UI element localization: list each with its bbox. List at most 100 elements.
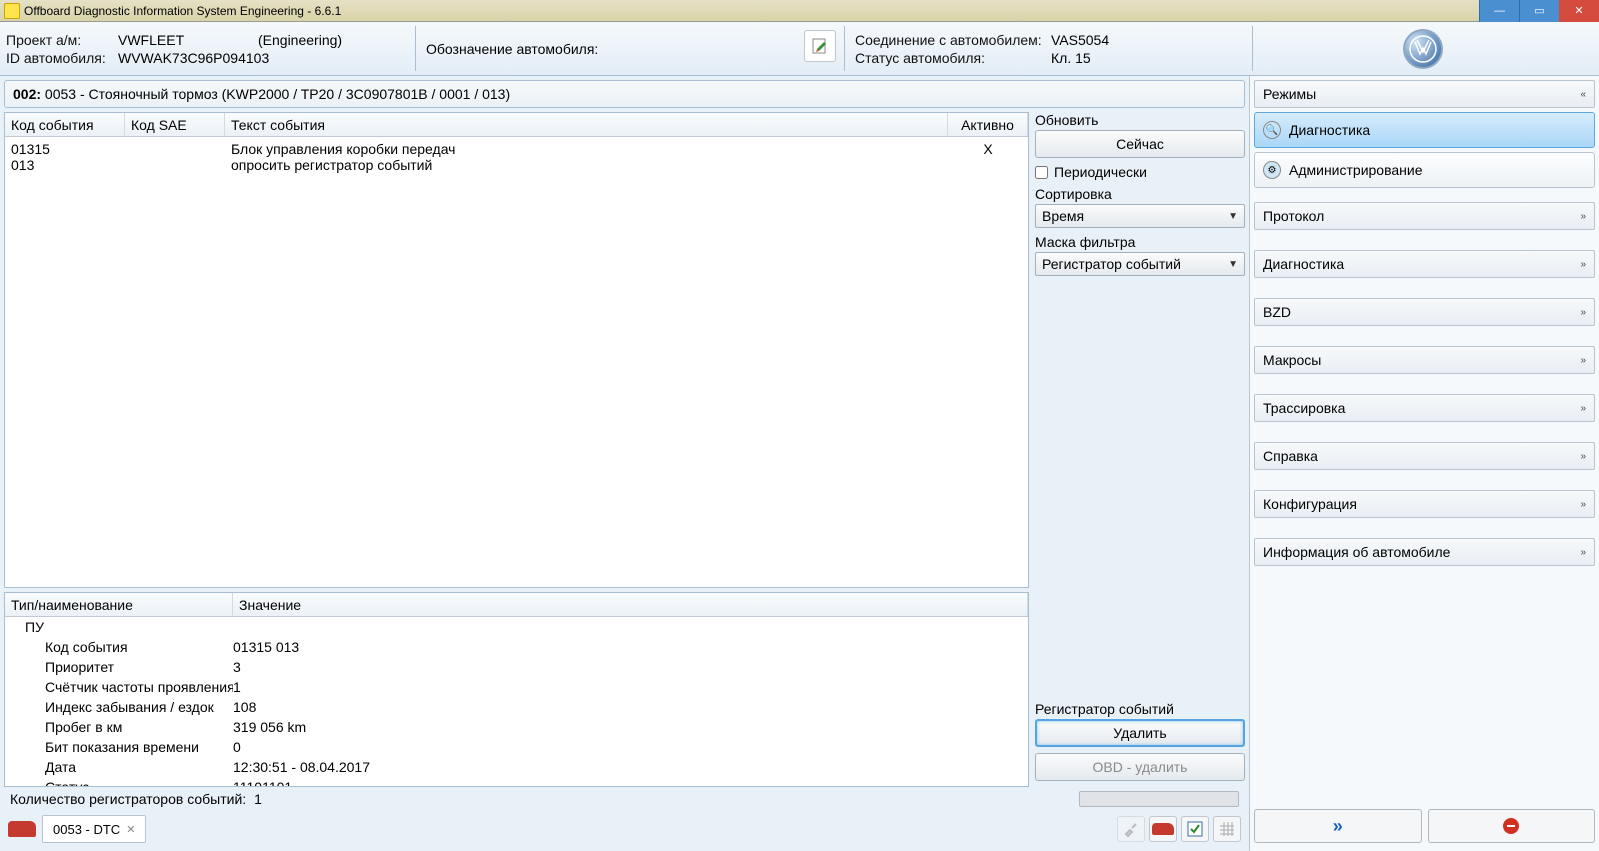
chevron-down-icon: » <box>1580 403 1586 414</box>
cell-text: Блок управления коробки передач опросить… <box>225 141 948 173</box>
section-label: Трассировка <box>1263 400 1345 416</box>
forward-button[interactable]: » <box>1254 809 1422 843</box>
edit-designation-button[interactable] <box>804 30 836 62</box>
connection-label: Соединение с автомобилем: <box>855 32 1051 48</box>
detail-label: ПУ <box>5 619 233 635</box>
vehicle-id-label: ID автомобиля: <box>6 50 118 66</box>
detail-row[interactable]: Бит показания времени0 <box>5 737 1028 757</box>
grid-icon[interactable] <box>1213 816 1241 842</box>
detail-value: 01315 013 <box>233 639 1028 655</box>
section-header[interactable]: Конфигурация » <box>1254 490 1595 518</box>
detail-value: 11101101 <box>233 779 1028 786</box>
section-label: Информация об автомобиле <box>1263 544 1450 560</box>
detail-value: 0 <box>233 739 1028 755</box>
minimize-button[interactable]: — <box>1479 0 1519 22</box>
section-label: Диагностика <box>1263 256 1344 272</box>
section-header[interactable]: Макросы » <box>1254 346 1595 374</box>
app-icon <box>4 3 20 19</box>
obd-delete-button: OBD - удалить <box>1035 753 1245 781</box>
chevron-down-icon: ▼ <box>1228 211 1238 222</box>
chevron-down-icon: » <box>1580 211 1586 222</box>
module-address: 002: <box>13 86 41 102</box>
horizontal-scrollbar[interactable] <box>1079 791 1239 807</box>
titlebar: Offboard Diagnostic Information System E… <box>0 0 1599 22</box>
section-label: Конфигурация <box>1263 496 1357 512</box>
col-type[interactable]: Тип/наименование <box>5 593 233 616</box>
now-button[interactable]: Сейчас <box>1035 130 1245 158</box>
tab-label: 0053 - DTC <box>53 822 120 837</box>
mode-admin[interactable]: ⚙ Администрирование <box>1254 152 1595 188</box>
detail-label: Счётчик частоты проявления <box>5 679 233 695</box>
controls-panel: Обновить Сейчас Периодически Сортировка … <box>1035 112 1245 787</box>
pencil-icon <box>811 37 829 55</box>
status-value: Кл. 15 <box>1051 50 1091 66</box>
modes-section-header[interactable]: Режимы « <box>1254 80 1595 108</box>
col-sae[interactable]: Код SAE <box>125 113 225 136</box>
check-list-icon[interactable] <box>1181 816 1209 842</box>
section-header[interactable]: Информация об автомобиле» <box>1254 538 1595 566</box>
section-header[interactable]: Протокол » <box>1254 202 1595 230</box>
sort-select[interactable]: Время ▼ <box>1035 204 1245 228</box>
detail-row[interactable]: ПУ <box>5 617 1028 637</box>
col-active[interactable]: Активно <box>948 113 1028 136</box>
mode-diagnostics[interactable]: 🔍 Диагностика <box>1254 112 1595 148</box>
project-value1: VWFLEET <box>118 32 258 48</box>
chevron-down-icon: » <box>1580 355 1586 366</box>
table-row[interactable]: 01315 013 Блок управления коробки переда… <box>5 137 1028 175</box>
filter-select[interactable]: Регистратор событий ▼ <box>1035 252 1245 276</box>
chevron-down-icon: ▼ <box>1228 259 1238 270</box>
maximize-button[interactable]: ▭ <box>1519 0 1559 22</box>
section-label: BZD <box>1263 304 1291 320</box>
stop-button[interactable] <box>1428 809 1596 843</box>
detail-label: Приоритет <box>5 659 233 675</box>
project-label: Проект а/м: <box>6 32 118 48</box>
chevron-down-icon: » <box>1580 451 1586 462</box>
col-text[interactable]: Текст события <box>225 113 948 136</box>
delete-button[interactable]: Удалить <box>1035 719 1245 747</box>
detail-row[interactable]: Пробег в км319 056 km <box>5 717 1028 737</box>
detail-label: Бит показания времени <box>5 739 233 755</box>
detail-value: 3 <box>233 659 1028 675</box>
tab-close-icon[interactable]: ✕ <box>126 823 135 836</box>
section-label: Макросы <box>1263 352 1321 368</box>
section-header[interactable]: Справка» <box>1254 442 1595 470</box>
filter-value: Регистратор событий <box>1042 256 1181 272</box>
footer-bar: 0053 - DTC ✕ <box>4 811 1245 847</box>
close-button[interactable]: ✕ <box>1559 0 1599 22</box>
detail-row[interactable]: Дата12:30:51 - 08.04.2017 <box>5 757 1028 777</box>
vw-logo <box>1403 29 1443 69</box>
section-header[interactable]: Диагностика» <box>1254 250 1595 278</box>
detail-row[interactable]: Приоритет3 <box>5 657 1028 677</box>
detail-row[interactable]: Код события01315 013 <box>5 637 1028 657</box>
periodic-label: Периодически <box>1054 164 1147 180</box>
section-label: Протокол <box>1263 208 1324 224</box>
filter-label: Маска фильтра <box>1035 234 1245 250</box>
cell-code: 01315 013 <box>5 141 125 173</box>
detail-row[interactable]: Статус11101101 <box>5 777 1028 786</box>
sort-value: Время <box>1042 208 1084 224</box>
col-code[interactable]: Код события <box>5 113 125 136</box>
detail-row[interactable]: Индекс забывания / ездок108 <box>5 697 1028 717</box>
detail-row[interactable]: Счётчик частоты проявления1 <box>5 677 1028 697</box>
section-header[interactable]: BZD» <box>1254 298 1595 326</box>
connection-value: VAS5054 <box>1051 32 1109 48</box>
details-table: Тип/наименование Значение ПУКод события0… <box>4 592 1029 787</box>
registrar-label: Регистратор событий <box>1035 701 1245 717</box>
mode-admin-label: Администрирование <box>1289 162 1423 178</box>
section-header[interactable]: Трассировка » <box>1254 394 1595 422</box>
detail-label: Дата <box>5 759 233 775</box>
detail-label: Статус <box>5 779 233 786</box>
count-value: 1 <box>254 791 262 807</box>
detail-value: 108 <box>233 699 1028 715</box>
project-value2: (Engineering) <box>258 32 342 48</box>
update-label: Обновить <box>1035 112 1245 128</box>
detail-label: Код события <box>5 639 233 655</box>
module-header: 002: 0053 - Стояночный тормоз (KWP2000 /… <box>4 80 1245 108</box>
car-icon[interactable] <box>8 821 36 837</box>
chevron-down-icon: » <box>1580 499 1586 510</box>
module-title: 0053 - Стояночный тормоз (KWP2000 / TP20… <box>45 86 510 102</box>
col-value[interactable]: Значение <box>233 593 1028 616</box>
tab-dtc[interactable]: 0053 - DTC ✕ <box>42 815 146 843</box>
car-red-icon[interactable] <box>1149 816 1177 842</box>
periodic-checkbox[interactable] <box>1035 166 1048 179</box>
